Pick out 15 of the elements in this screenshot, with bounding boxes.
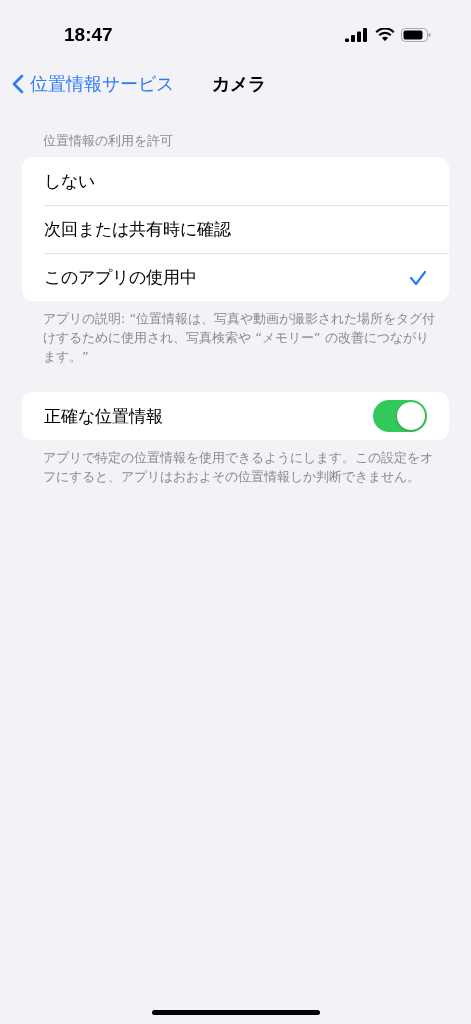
section-footer: アプリで特定の位置情報を使用できるようにします。この設定をオフにすると、アプリはおおよその位置情報しか判断できません。 [0, 440, 471, 486]
section-footer: アプリの説明: “位置情報は、写真や動画が撮影された場所をタグ付けするために使用され、写真検索や “メモリー” の改善につながります。” [0, 301, 471, 366]
option-row[interactable]: 次回または共有時に確認 [44, 205, 449, 253]
section-header: 位置情報の利用を許可 [42, 132, 174, 150]
back-button[interactable]: 位置情報サービス [12, 72, 174, 96]
battery-icon [401, 28, 431, 42]
status-time: 18:47 [64, 24, 113, 46]
wifi-icon [375, 28, 395, 42]
option-row[interactable]: しない [44, 157, 449, 205]
chevron-left-icon [12, 74, 24, 94]
nav-title: カメラ [212, 72, 266, 96]
option-row[interactable]: このアプリの使用中 [44, 253, 449, 301]
precise-location-toggle[interactable] [373, 400, 427, 432]
signal-icon [345, 28, 369, 42]
precise-location-label: 正確な位置情報 [44, 404, 163, 428]
